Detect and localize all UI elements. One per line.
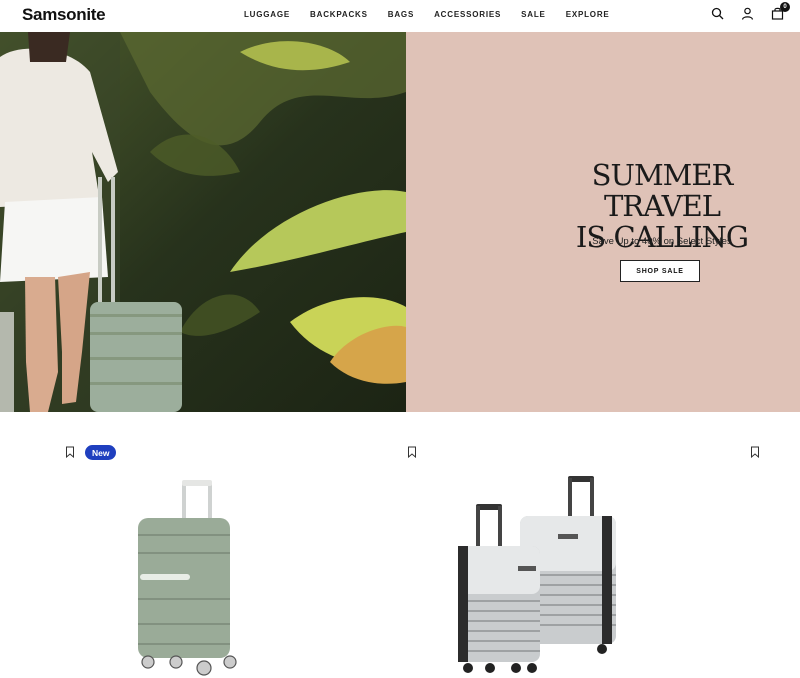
samsonite-logo[interactable]: Samsonite <box>22 5 106 25</box>
new-badge: New <box>85 445 117 460</box>
search-icon[interactable] <box>711 7 724 20</box>
nav-item-backpacks[interactable]: BACKPACKS <box>310 10 368 19</box>
hero-image <box>0 32 406 412</box>
site-header: Samsonite LUGGAGE BACKPACKS BAGS ACCESSO… <box>0 0 800 32</box>
product-image-sage-spinner <box>138 480 237 676</box>
main-nav: LUGGAGE BACKPACKS BAGS ACCESSORIES SALE … <box>244 10 630 19</box>
cart-count-badge: 0 <box>780 2 790 12</box>
bookmark-icon[interactable] <box>407 446 417 458</box>
bookmark-icon[interactable] <box>65 446 75 458</box>
nav-item-luggage[interactable]: LUGGAGE <box>244 10 290 19</box>
bookmark-icon[interactable] <box>750 446 760 458</box>
nav-item-sale[interactable]: SALE <box>521 10 546 19</box>
hero-promo-panel: SUMMER TRAVEL IS CALLING Save Up to 40% … <box>406 32 800 412</box>
nav-item-bags[interactable]: BAGS <box>388 10 414 19</box>
product-grid: New <box>0 412 800 676</box>
headline-line-1: SUMMER TRAVEL <box>591 158 734 223</box>
nav-item-accessories[interactable]: ACCESSORIES <box>434 10 501 19</box>
hero-banner: SUMMER TRAVEL IS CALLING Save Up to 40% … <box>0 32 800 412</box>
product-card[interactable]: New <box>0 412 400 676</box>
account-icon[interactable] <box>741 7 754 20</box>
nav-item-explore[interactable]: EXPLORE <box>566 10 610 19</box>
hero-photo-illustration <box>0 32 406 412</box>
product-image-silver-set <box>458 476 616 673</box>
product-card[interactable] <box>400 412 800 676</box>
cart-button[interactable]: 0 <box>771 2 790 20</box>
hero-subtitle: Save Up to 40% on Select Styles <box>592 236 732 247</box>
shop-sale-button[interactable]: SHOP SALE <box>620 260 700 282</box>
header-icons: 0 <box>711 2 790 20</box>
